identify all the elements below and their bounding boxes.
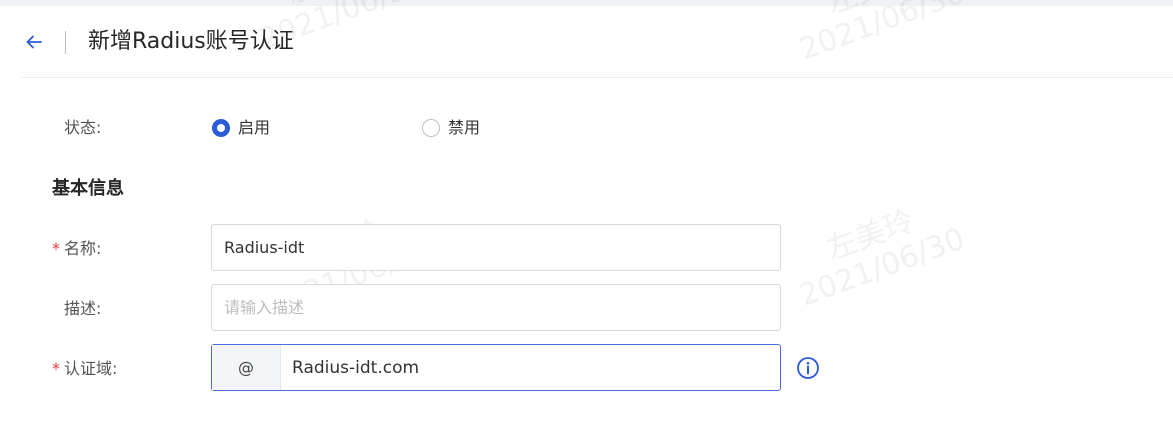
top-strip xyxy=(0,0,1173,6)
required-mark: * xyxy=(52,359,60,378)
status-enable-radio[interactable]: 启用 xyxy=(212,116,270,140)
status-disable-radio[interactable]: 禁用 xyxy=(422,116,480,140)
page-title: 新增Radius账号认证 xyxy=(88,29,294,54)
watermark: 左美玲2021/06/30 xyxy=(794,203,970,314)
auth-domain-field: @ xyxy=(211,344,781,391)
status-label: 状态: xyxy=(64,118,102,137)
auth-domain-input[interactable] xyxy=(280,345,780,390)
page-header: 新增Radius账号认证 xyxy=(22,14,1173,78)
at-prefix: @ xyxy=(212,345,281,390)
description-input[interactable] xyxy=(212,285,780,330)
radio-label: 禁用 xyxy=(448,118,481,137)
title-divider xyxy=(65,31,66,54)
description-field xyxy=(211,284,781,331)
radio-label: 启用 xyxy=(238,118,271,137)
name-input[interactable] xyxy=(212,225,780,270)
radio-unchecked-icon xyxy=(422,119,440,137)
arrow-left-icon[interactable] xyxy=(24,32,44,52)
section-title-basic-info: 基本信息 xyxy=(52,178,124,199)
info-circle-icon[interactable] xyxy=(796,356,820,380)
name-label: 名称: xyxy=(64,239,102,258)
description-label: 描述: xyxy=(64,299,102,318)
name-field xyxy=(211,224,781,271)
required-mark: * xyxy=(52,239,60,258)
auth-domain-label: 认证域: xyxy=(64,359,118,378)
radio-checked-icon xyxy=(212,119,230,137)
